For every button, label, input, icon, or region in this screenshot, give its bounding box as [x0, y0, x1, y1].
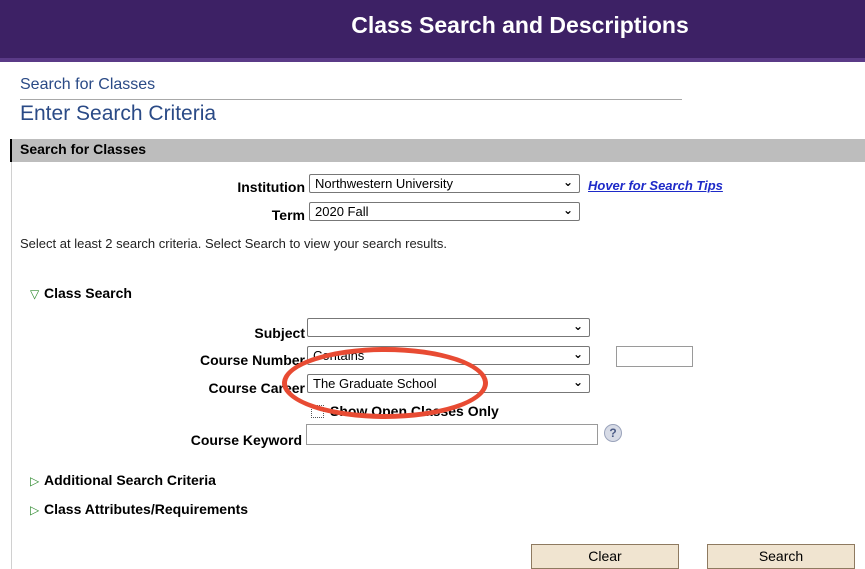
course-number-operator-value: Contains [313, 348, 365, 363]
institution-value: Northwestern University [315, 176, 453, 191]
page-title: Enter Search Criteria [20, 102, 217, 125]
section-title: Search for Classes [20, 141, 147, 157]
search-button[interactable]: Search [707, 544, 855, 569]
term-value: 2020 Fall [315, 204, 369, 219]
chevron-down-icon: ⌄ [572, 319, 583, 333]
search-tips-link[interactable]: Hover for Search Tips [588, 178, 723, 193]
course-number-label: Course Number [199, 352, 305, 368]
course-number-input[interactable] [616, 346, 693, 367]
breadcrumb[interactable]: Search for Classes [20, 76, 155, 94]
page-header: Class Search and Descriptions [0, 0, 865, 62]
clear-button[interactable]: Clear [531, 544, 679, 569]
term-label: Term [271, 207, 305, 223]
class-attributes-toggle[interactable]: ▷ Class Attributes/Requirements [30, 501, 248, 517]
additional-criteria-toggle[interactable]: ▷ Additional Search Criteria [30, 472, 216, 488]
class-search-toggle[interactable]: ▽ Class Search [30, 285, 132, 301]
subject-label: Subject [254, 325, 305, 341]
help-icon[interactable]: ? [604, 424, 622, 442]
institution-select[interactable]: Northwestern University ⌄ [309, 174, 580, 193]
breadcrumb-divider [20, 99, 682, 100]
course-career-label: Course Career [208, 380, 306, 396]
course-career-value: The Graduate School [313, 376, 437, 391]
chevron-down-icon: ⌄ [562, 175, 573, 189]
course-keyword-input[interactable] [306, 424, 598, 445]
open-classes-checkbox[interactable] [311, 405, 324, 418]
term-select[interactable]: 2020 Fall ⌄ [309, 202, 580, 221]
institution-label: Institution [237, 179, 305, 195]
triangle-right-icon: ▷ [30, 474, 40, 488]
class-search-title: Class Search [44, 285, 132, 301]
triangle-right-icon: ▷ [30, 503, 40, 517]
section-header: Search for Classes [10, 139, 865, 162]
course-number-operator-select[interactable]: Contains ⌄ [307, 346, 590, 365]
open-classes-label[interactable]: Show Open Classes Only [330, 403, 499, 419]
chevron-down-icon: ⌄ [562, 203, 573, 217]
triangle-down-icon: ▽ [30, 287, 40, 301]
course-keyword-label: Course Keyword [190, 432, 302, 448]
chevron-down-icon: ⌄ [572, 375, 583, 389]
chevron-down-icon: ⌄ [572, 347, 583, 361]
section-border [11, 162, 12, 569]
page-header-title: Class Search and Descriptions [351, 12, 689, 38]
course-career-select[interactable]: The Graduate School ⌄ [307, 374, 590, 393]
instructions-text: Select at least 2 search criteria. Selec… [20, 236, 448, 251]
subject-select[interactable]: ⌄ [307, 318, 590, 337]
class-attributes-title: Class Attributes/Requirements [44, 501, 249, 517]
additional-criteria-title: Additional Search Criteria [44, 472, 216, 488]
